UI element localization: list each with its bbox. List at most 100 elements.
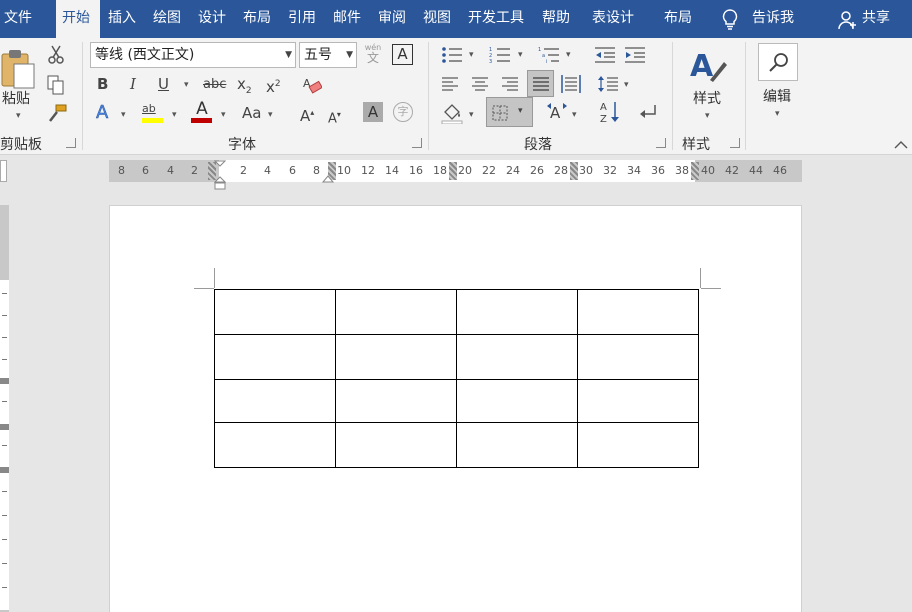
chinese-layout-dropdown-caret[interactable]: ▾ xyxy=(572,110,577,120)
shading-dropdown-caret[interactable]: ▾ xyxy=(469,110,474,120)
chinese-layout-icon[interactable]: A xyxy=(546,102,568,122)
tab-view[interactable]: 视图 xyxy=(423,0,451,38)
align-center-icon[interactable] xyxy=(471,76,489,92)
phonetic-guide-button[interactable]: wén 文 xyxy=(362,44,384,66)
table-cell[interactable] xyxy=(456,289,578,335)
character-shading-button[interactable]: A xyxy=(363,102,383,122)
editing-dropdown-caret[interactable]: ▾ xyxy=(775,109,780,119)
styles-dropdown-caret[interactable]: ▾ xyxy=(705,111,710,121)
styles-dialog-launcher[interactable] xyxy=(730,138,740,148)
bullets-dropdown-caret[interactable]: ▾ xyxy=(469,50,474,60)
tab-review[interactable]: 审阅 xyxy=(378,0,406,38)
distributed-align-icon[interactable] xyxy=(561,74,581,94)
font-color-button[interactable]: A xyxy=(191,100,213,124)
table-cell[interactable] xyxy=(214,422,336,468)
numbering-icon[interactable]: 123 xyxy=(489,46,511,64)
column-marker[interactable] xyxy=(449,162,457,180)
highlight-color-button[interactable]: ab xyxy=(142,102,164,124)
show-formatting-marks-icon[interactable] xyxy=(639,104,657,120)
styles-gallery-icon[interactable]: A xyxy=(688,46,728,86)
document-table[interactable] xyxy=(214,289,699,468)
tab-references[interactable]: 引用 xyxy=(288,0,316,38)
character-border-button[interactable]: A xyxy=(392,44,413,65)
bold-button[interactable]: B xyxy=(97,75,108,93)
tab-mailings[interactable]: 邮件 xyxy=(333,0,361,38)
table-cell[interactable] xyxy=(577,334,699,380)
table-cell[interactable] xyxy=(577,289,699,335)
editing-button-frame[interactable] xyxy=(758,43,798,81)
vertical-ruler[interactable] xyxy=(0,205,9,612)
table-cell[interactable] xyxy=(335,422,457,468)
shrink-font-button[interactable]: A▾ xyxy=(328,106,341,128)
vruler-row-marker[interactable] xyxy=(0,424,9,430)
font-dialog-launcher[interactable] xyxy=(412,138,422,148)
paragraph-dialog-launcher[interactable] xyxy=(656,138,666,148)
decrease-indent-icon[interactable] xyxy=(594,46,616,64)
align-right-icon[interactable] xyxy=(501,76,519,92)
share-button[interactable]: 共享 xyxy=(862,0,890,38)
tab-layout[interactable]: 布局 xyxy=(243,0,271,38)
table-cell[interactable] xyxy=(456,422,578,468)
cut-icon[interactable] xyxy=(47,45,65,65)
table-cell[interactable] xyxy=(214,379,336,423)
clipboard-dialog-launcher[interactable] xyxy=(66,138,76,148)
table-cell[interactable] xyxy=(456,379,578,423)
line-spacing-dropdown-caret[interactable]: ▾ xyxy=(624,80,629,90)
tab-home[interactable]: 开始 xyxy=(56,0,100,38)
right-indent-marker-icon[interactable] xyxy=(322,174,334,183)
increase-indent-icon[interactable] xyxy=(624,46,646,64)
font-name-combo[interactable]: 等线 (西文正文) ▼ xyxy=(90,42,296,68)
align-left-icon[interactable] xyxy=(441,76,459,92)
underline-dropdown-caret[interactable]: ▾ xyxy=(184,80,189,90)
font-color-dropdown-caret[interactable]: ▾ xyxy=(221,110,226,120)
paste-dropdown-caret[interactable]: ▾ xyxy=(16,111,21,121)
text-effects-dropdown-caret[interactable]: ▾ xyxy=(121,110,126,120)
paste-icon[interactable] xyxy=(0,46,38,90)
table-cell[interactable] xyxy=(214,334,336,380)
strikethrough-button[interactable]: abc xyxy=(203,76,226,94)
column-marker[interactable] xyxy=(570,162,578,180)
change-case-button[interactable]: Aa xyxy=(242,104,261,122)
horizontal-ruler[interactable]: 8 6 4 2 2 4 6 8 10 12 14 16 18 20 22 24 … xyxy=(109,160,802,182)
superscript-button[interactable]: x2 xyxy=(266,75,281,96)
table-cell[interactable] xyxy=(335,379,457,423)
multilevel-dropdown-caret[interactable]: ▾ xyxy=(566,50,571,60)
change-case-dropdown-caret[interactable]: ▾ xyxy=(268,110,273,120)
table-cell[interactable] xyxy=(577,379,699,423)
highlight-dropdown-caret[interactable]: ▾ xyxy=(172,110,177,120)
table-cell[interactable] xyxy=(577,422,699,468)
table-cell[interactable] xyxy=(335,334,457,380)
vruler-row-marker[interactable] xyxy=(0,378,9,384)
subscript-button[interactable]: x2 xyxy=(237,75,252,100)
format-painter-icon[interactable] xyxy=(47,104,67,122)
numbering-dropdown-caret[interactable]: ▾ xyxy=(518,50,523,60)
tab-file[interactable]: 文件 xyxy=(4,0,32,38)
grow-font-button[interactable]: A▴ xyxy=(300,104,314,125)
tab-table-layout[interactable]: 布局 xyxy=(664,0,692,38)
borders-button-active[interactable]: ▾ xyxy=(486,97,533,127)
table-cell[interactable] xyxy=(214,289,336,335)
bullets-icon[interactable] xyxy=(441,46,463,64)
text-effects-button[interactable]: A xyxy=(96,103,109,122)
justify-button-active[interactable] xyxy=(527,70,554,97)
shading-bucket-icon[interactable] xyxy=(441,102,463,124)
tab-help[interactable]: 帮助 xyxy=(542,0,570,38)
tab-draw[interactable]: 绘图 xyxy=(153,0,181,38)
line-spacing-icon[interactable] xyxy=(597,75,619,93)
editing-button-label[interactable]: 编辑 xyxy=(763,86,791,106)
styles-button-label[interactable]: 样式 xyxy=(693,88,721,108)
tab-insert[interactable]: 插入 xyxy=(108,0,136,38)
tell-me-search[interactable]: 告诉我 xyxy=(752,0,794,38)
document-page[interactable] xyxy=(109,205,802,612)
tab-developer[interactable]: 开发工具 xyxy=(468,0,524,38)
collapse-ribbon-icon[interactable] xyxy=(894,140,908,149)
sort-icon[interactable]: AZ xyxy=(599,100,621,124)
paste-label[interactable]: 粘贴 xyxy=(2,88,30,108)
tab-design[interactable]: 设计 xyxy=(198,0,226,38)
table-cell[interactable] xyxy=(335,289,457,335)
table-cell[interactable] xyxy=(456,334,578,380)
indent-markers-icon[interactable] xyxy=(214,160,226,190)
underline-button[interactable]: U xyxy=(158,75,169,93)
vruler-row-marker[interactable] xyxy=(0,467,9,473)
tab-selector[interactable] xyxy=(0,160,7,182)
